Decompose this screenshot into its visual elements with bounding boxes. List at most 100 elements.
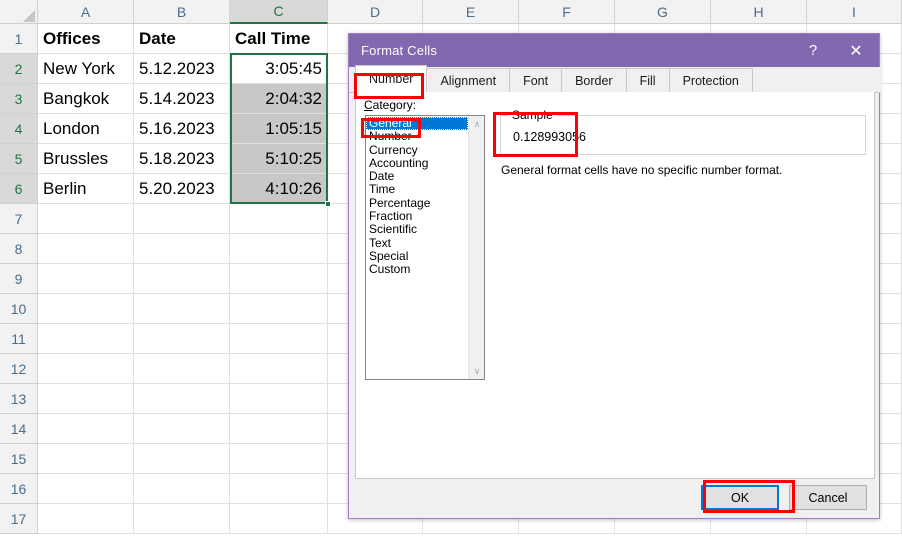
cell-a11[interactable] [38,324,134,354]
column-header-g[interactable]: G [615,0,711,24]
row-header-8[interactable]: 8 [0,234,38,264]
cell-c11[interactable] [230,324,328,354]
category-item-accounting[interactable]: Accounting [366,156,468,170]
cell-c3[interactable]: 2:04:32 [230,84,328,114]
row-header-5[interactable]: 5 [0,144,38,174]
cell-a9[interactable] [38,264,134,294]
cell-b14[interactable] [134,414,230,444]
cell-a16[interactable] [38,474,134,504]
dialog-tabstrip[interactable]: Number Alignment Font Border Fill Protec… [349,65,881,93]
category-item-general[interactable]: General [366,116,468,131]
row-header-1[interactable]: 1 [0,24,38,54]
row-header-15[interactable]: 15 [0,444,38,474]
category-listbox[interactable]: General Number Currency Accounting Date … [365,115,485,380]
cell-a13[interactable] [38,384,134,414]
cell-a2[interactable]: New York [38,54,134,84]
category-item-text[interactable]: Text [366,236,468,250]
row-header-16[interactable]: 16 [0,474,38,504]
close-icon[interactable]: ✕ [833,34,879,67]
cell-c9[interactable] [230,264,328,294]
cell-c14[interactable] [230,414,328,444]
cell-b10[interactable] [134,294,230,324]
cell-b5[interactable]: 5.18.2023 [134,144,230,174]
category-item-custom[interactable]: Custom [366,262,468,276]
category-item-currency[interactable]: Currency [366,143,468,157]
cell-c2[interactable]: 3:05:45 [230,54,328,84]
category-item-time[interactable]: Time [366,183,468,197]
column-header-a[interactable]: A [38,0,134,24]
cell-a12[interactable] [38,354,134,384]
cell-a17[interactable] [38,504,134,534]
category-scrollbar[interactable]: ∧ ∨ [468,116,484,379]
cell-a6[interactable]: Berlin [38,174,134,204]
cell-a14[interactable] [38,414,134,444]
category-item-percentage[interactable]: Percentage [366,196,468,210]
cell-b12[interactable] [134,354,230,384]
row-header-10[interactable]: 10 [0,294,38,324]
cell-a7[interactable] [38,204,134,234]
dialog-titlebar[interactable]: Format Cells ? ✕ [349,34,879,67]
column-header-b[interactable]: B [134,0,230,24]
fill-handle[interactable] [325,201,331,207]
row-header-13[interactable]: 13 [0,384,38,414]
column-header-f[interactable]: F [519,0,615,24]
scroll-down-icon[interactable]: ∨ [469,363,485,379]
cell-b16[interactable] [134,474,230,504]
cell-b7[interactable] [134,204,230,234]
column-header-c[interactable]: C [230,0,328,24]
cell-b17[interactable] [134,504,230,534]
tab-number[interactable]: Number [355,65,428,92]
cell-c13[interactable] [230,384,328,414]
cell-b2[interactable]: 5.12.2023 [134,54,230,84]
scroll-up-icon[interactable]: ∧ [469,116,485,132]
cell-b8[interactable] [134,234,230,264]
cell-c10[interactable] [230,294,328,324]
cell-b3[interactable]: 5.14.2023 [134,84,230,114]
row-header-9[interactable]: 9 [0,264,38,294]
cell-b4[interactable]: 5.16.2023 [134,114,230,144]
cell-a15[interactable] [38,444,134,474]
cell-b9[interactable] [134,264,230,294]
cell-c5[interactable]: 5:10:25 [230,144,328,174]
category-item-date[interactable]: Date [366,169,468,183]
row-header-6[interactable]: 6 [0,174,38,204]
tab-font[interactable]: Font [509,68,563,92]
cell-b11[interactable] [134,324,230,354]
cell-a4[interactable]: London [38,114,134,144]
tab-alignment[interactable]: Alignment [426,68,511,92]
format-cells-dialog[interactable]: Format Cells ? ✕ Number Alignment Font B… [348,33,881,519]
category-list-items[interactable]: General Number Currency Accounting Date … [366,116,468,379]
cell-c4[interactable]: 1:05:15 [230,114,328,144]
row-header-11[interactable]: 11 [0,324,38,354]
cancel-button[interactable]: Cancel [789,485,867,510]
ok-button[interactable]: OK [701,485,779,510]
cell-c15[interactable] [230,444,328,474]
column-header-i[interactable]: I [807,0,902,24]
cell-a5[interactable]: Brussles [38,144,134,174]
cell-b13[interactable] [134,384,230,414]
cell-c6[interactable]: 4:10:26 [230,174,328,204]
cell-a3[interactable]: Bangkok [38,84,134,114]
cell-c1[interactable]: Call Time [230,24,328,54]
cell-c7[interactable] [230,204,328,234]
category-item-special[interactable]: Special [366,249,468,263]
cell-c8[interactable] [230,234,328,264]
row-header-14[interactable]: 14 [0,414,38,444]
category-item-number[interactable]: Number [366,129,468,143]
column-header-h[interactable]: H [711,0,807,24]
cell-b6[interactable]: 5.20.2023 [134,174,230,204]
column-header-d[interactable]: D [328,0,423,24]
row-header-7[interactable]: 7 [0,204,38,234]
tab-fill[interactable]: Fill [625,68,670,92]
category-item-scientific[interactable]: Scientific [366,223,468,237]
cell-b1[interactable]: Date [134,24,230,54]
column-header-e[interactable]: E [423,0,519,24]
cell-c16[interactable] [230,474,328,504]
cell-a8[interactable] [38,234,134,264]
tab-border[interactable]: Border [561,68,627,92]
cell-a10[interactable] [38,294,134,324]
cell-b15[interactable] [134,444,230,474]
cell-a1[interactable]: Offices [38,24,134,54]
tab-protection[interactable]: Protection [668,68,753,92]
select-all-corner[interactable] [0,0,38,24]
